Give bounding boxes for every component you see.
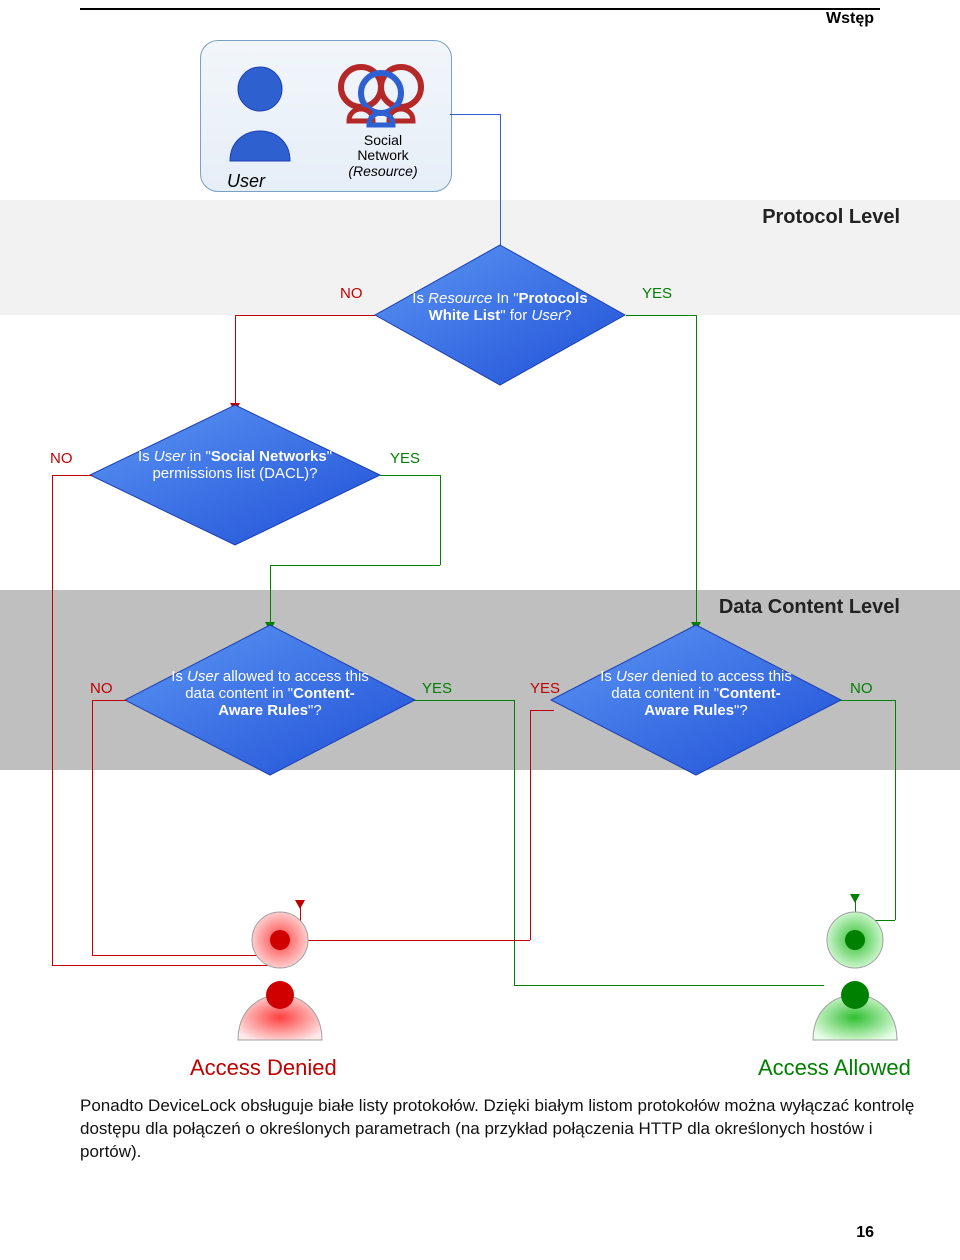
edge-d4no-h <box>840 700 895 701</box>
data-content-title: Data Content Level <box>719 596 900 619</box>
edge-d1-yes-label: YES <box>642 285 672 302</box>
edge-d3yes-h2 <box>514 985 824 986</box>
edge-start-d1-h <box>450 114 500 115</box>
decision-d2 <box>85 400 385 550</box>
protocol-level-title: Protocol Level <box>762 206 900 229</box>
edge-d2yes-h <box>380 475 440 476</box>
edge-d3no-v <box>92 700 93 955</box>
edge-d4-no-label: NO <box>850 680 873 697</box>
start-resource-line2: Network <box>357 147 408 163</box>
edge-d2-yes-label: YES <box>390 450 420 467</box>
header-rule <box>80 8 880 10</box>
edge-d4-yes-label: YES <box>530 680 560 697</box>
body-paragraph: Ponadto DeviceLock obsługuje białe listy… <box>80 1095 924 1164</box>
user-icon <box>215 61 305 171</box>
access-denied-label: Access Denied <box>190 1055 337 1081</box>
edge-d3yes-v <box>514 700 515 985</box>
decision-d4 <box>546 620 846 780</box>
social-network-icon <box>331 59 431 129</box>
access-allowed-label: Access Allowed <box>758 1055 911 1081</box>
start-box: User Social Network (Resource) <box>200 40 452 192</box>
start-resource-line1: Social <box>364 132 402 148</box>
access-denied-icon <box>210 900 350 1050</box>
edge-start-d1 <box>500 114 501 254</box>
header-section-name: Wstęp <box>826 10 874 28</box>
edge-d3yes-h <box>414 700 514 701</box>
edge-d1yes-v <box>696 315 697 625</box>
edge-d2-no-label: NO <box>50 450 73 467</box>
edge-d2yes-h2 <box>270 565 440 566</box>
edge-d2no-h <box>52 475 92 476</box>
edge-d4yes-h <box>530 710 554 711</box>
edge-d3-yes-label: YES <box>422 680 452 697</box>
edge-d1no-v <box>235 315 236 405</box>
edge-d1-no-label: NO <box>340 285 363 302</box>
edge-d4no-v <box>895 700 896 920</box>
page-number: 16 <box>856 1224 874 1242</box>
decision-d1 <box>370 240 630 390</box>
edge-d1yes-h <box>626 315 696 316</box>
start-resource-line3: (Resource) <box>348 163 417 179</box>
decision-d3 <box>120 620 420 780</box>
edge-d3-no-label: NO <box>90 680 113 697</box>
edge-d1no-h <box>235 315 375 316</box>
edge-d2no-v <box>52 475 53 965</box>
edge-d2yes-v0 <box>440 475 441 565</box>
page: Wstęp 16 Protocol Level Data Content Lev… <box>0 0 960 1260</box>
edge-d3no-h <box>92 700 127 701</box>
start-user-label: User <box>227 171 265 192</box>
access-allowed-icon <box>785 900 925 1050</box>
edge-d2yes-v <box>270 565 271 625</box>
edge-d4yes-v <box>530 710 531 940</box>
